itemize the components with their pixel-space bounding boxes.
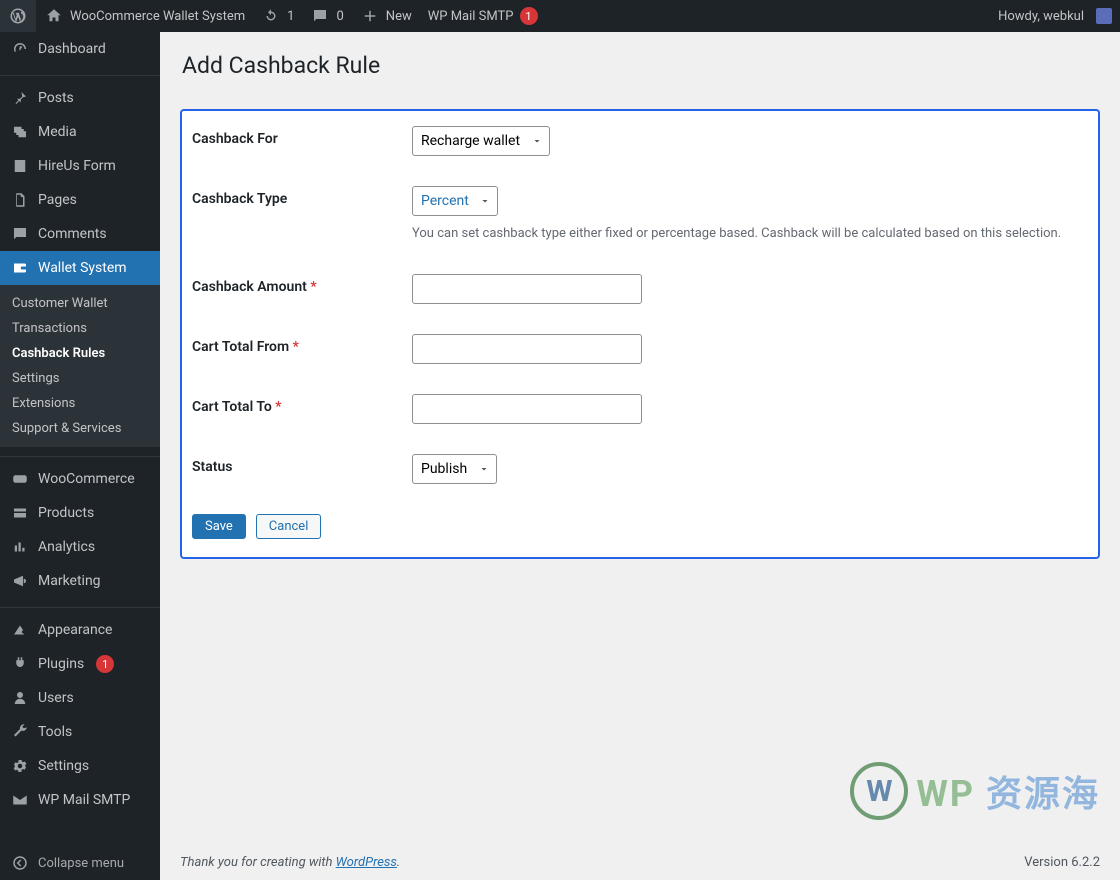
plus-icon <box>360 6 380 26</box>
wordpress-link[interactable]: WordPress <box>336 855 397 870</box>
menu-wp-mail-smtp[interactable]: WP Mail SMTP <box>0 783 160 817</box>
input-cart-total-from[interactable] <box>412 334 642 364</box>
settings-icon <box>10 756 30 776</box>
cancel-button[interactable]: Cancel <box>256 514 322 539</box>
footer-version: Version 6.2.2 <box>1024 855 1100 870</box>
menu-tools[interactable]: Tools <box>0 715 160 749</box>
analytics-icon <box>10 537 30 557</box>
comments-link[interactable]: 0 <box>302 0 351 32</box>
howdy-text: Howdy, webkul <box>998 9 1084 24</box>
dashboard-icon <box>10 39 30 59</box>
menu-plugins[interactable]: Plugins1 <box>0 647 160 681</box>
users-icon <box>10 688 30 708</box>
input-cashback-amount[interactable] <box>412 274 642 304</box>
watermark: W WP 资源海 <box>850 762 1100 820</box>
plugins-badge: 1 <box>96 655 114 673</box>
select-cashback-for[interactable]: Recharge wallet <box>412 126 550 156</box>
menu-users[interactable]: Users <box>0 681 160 715</box>
sub-customer-wallet[interactable]: Customer Wallet <box>0 291 160 316</box>
home-icon <box>44 6 64 26</box>
pin-icon <box>10 88 30 108</box>
site-name-link[interactable]: WooCommerce Wallet System <box>36 0 253 32</box>
new-label: New <box>386 9 412 24</box>
menu-marketing[interactable]: Marketing <box>0 564 160 598</box>
media-icon <box>10 122 30 142</box>
label-cashback-type: Cashback Type <box>182 171 402 259</box>
wp-mail-label: WP Mail SMTP <box>428 9 514 24</box>
menu-woocommerce[interactable]: WooCommerce <box>0 462 160 496</box>
avatar <box>1096 8 1112 24</box>
label-cashback-amount: Cashback Amount * <box>182 259 402 319</box>
wp-mail-smtp-link[interactable]: WP Mail SMTP 1 <box>420 0 546 32</box>
menu-media[interactable]: Media <box>0 115 160 149</box>
plugins-icon <box>10 654 30 674</box>
separator <box>0 603 160 608</box>
menu-settings[interactable]: Settings <box>0 749 160 783</box>
menu-appearance[interactable]: Appearance <box>0 613 160 647</box>
separator <box>0 452 160 457</box>
separator <box>0 71 160 76</box>
form-card: Cashback For Recharge wallet Cashback Ty… <box>180 109 1100 559</box>
desc-cashback-type: You can set cashback type either fixed o… <box>412 224 1088 244</box>
wordpress-icon <box>8 6 28 26</box>
select-cashback-type[interactable]: Percent <box>412 186 498 216</box>
wallet-submenu: Customer Wallet Transactions Cashback Ru… <box>0 285 160 447</box>
menu-comments[interactable]: Comments <box>0 217 160 251</box>
tools-icon <box>10 722 30 742</box>
appearance-icon <box>10 620 30 640</box>
comment-icon <box>310 6 330 26</box>
woocommerce-icon <box>10 469 30 489</box>
site-name: WooCommerce Wallet System <box>70 9 245 24</box>
label-cart-total-to: Cart Total To * <box>182 379 402 439</box>
menu-products[interactable]: Products <box>0 496 160 530</box>
wp-logo[interactable] <box>0 0 36 32</box>
wallet-icon <box>10 258 30 278</box>
menu-wallet-system[interactable]: Wallet System <box>0 251 160 285</box>
sub-settings[interactable]: Settings <box>0 366 160 391</box>
sub-cashback-rules[interactable]: Cashback Rules <box>0 341 160 366</box>
form-icon <box>10 156 30 176</box>
menu-posts[interactable]: Posts <box>0 81 160 115</box>
my-account-link[interactable]: Howdy, webkul <box>990 0 1120 32</box>
sub-extensions[interactable]: Extensions <box>0 391 160 416</box>
marketing-icon <box>10 571 30 591</box>
menu-pages[interactable]: Pages <box>0 183 160 217</box>
updates-count: 1 <box>287 9 294 24</box>
save-button[interactable]: Save <box>192 514 246 539</box>
menu-dashboard[interactable]: Dashboard <box>0 32 160 66</box>
pages-icon <box>10 190 30 210</box>
page-title: Add Cashback Rule <box>182 52 1100 79</box>
products-icon <box>10 503 30 523</box>
sub-transactions[interactable]: Transactions <box>0 316 160 341</box>
wp-mail-badge: 1 <box>520 7 538 25</box>
input-cart-total-to[interactable] <box>412 394 642 424</box>
comments-icon <box>10 224 30 244</box>
footer-thanks: Thank you for creating with WordPress. <box>180 855 400 870</box>
comments-count: 0 <box>336 9 343 24</box>
collapse-icon <box>10 853 30 873</box>
watermark-logo-icon: W <box>850 762 908 820</box>
label-cart-total-from: Cart Total From * <box>182 319 402 379</box>
mail-icon <box>10 790 30 810</box>
updates-link[interactable]: 1 <box>253 0 302 32</box>
sub-support[interactable]: Support & Services <box>0 416 160 441</box>
refresh-icon <box>261 6 281 26</box>
menu-analytics[interactable]: Analytics <box>0 530 160 564</box>
menu-hireus[interactable]: HireUs Form <box>0 149 160 183</box>
select-status[interactable]: Publish <box>412 454 497 484</box>
label-status: Status <box>182 439 402 499</box>
collapse-menu[interactable]: Collapse menu <box>0 846 160 880</box>
label-cashback-for: Cashback For <box>182 111 402 171</box>
new-link[interactable]: New <box>352 0 420 32</box>
